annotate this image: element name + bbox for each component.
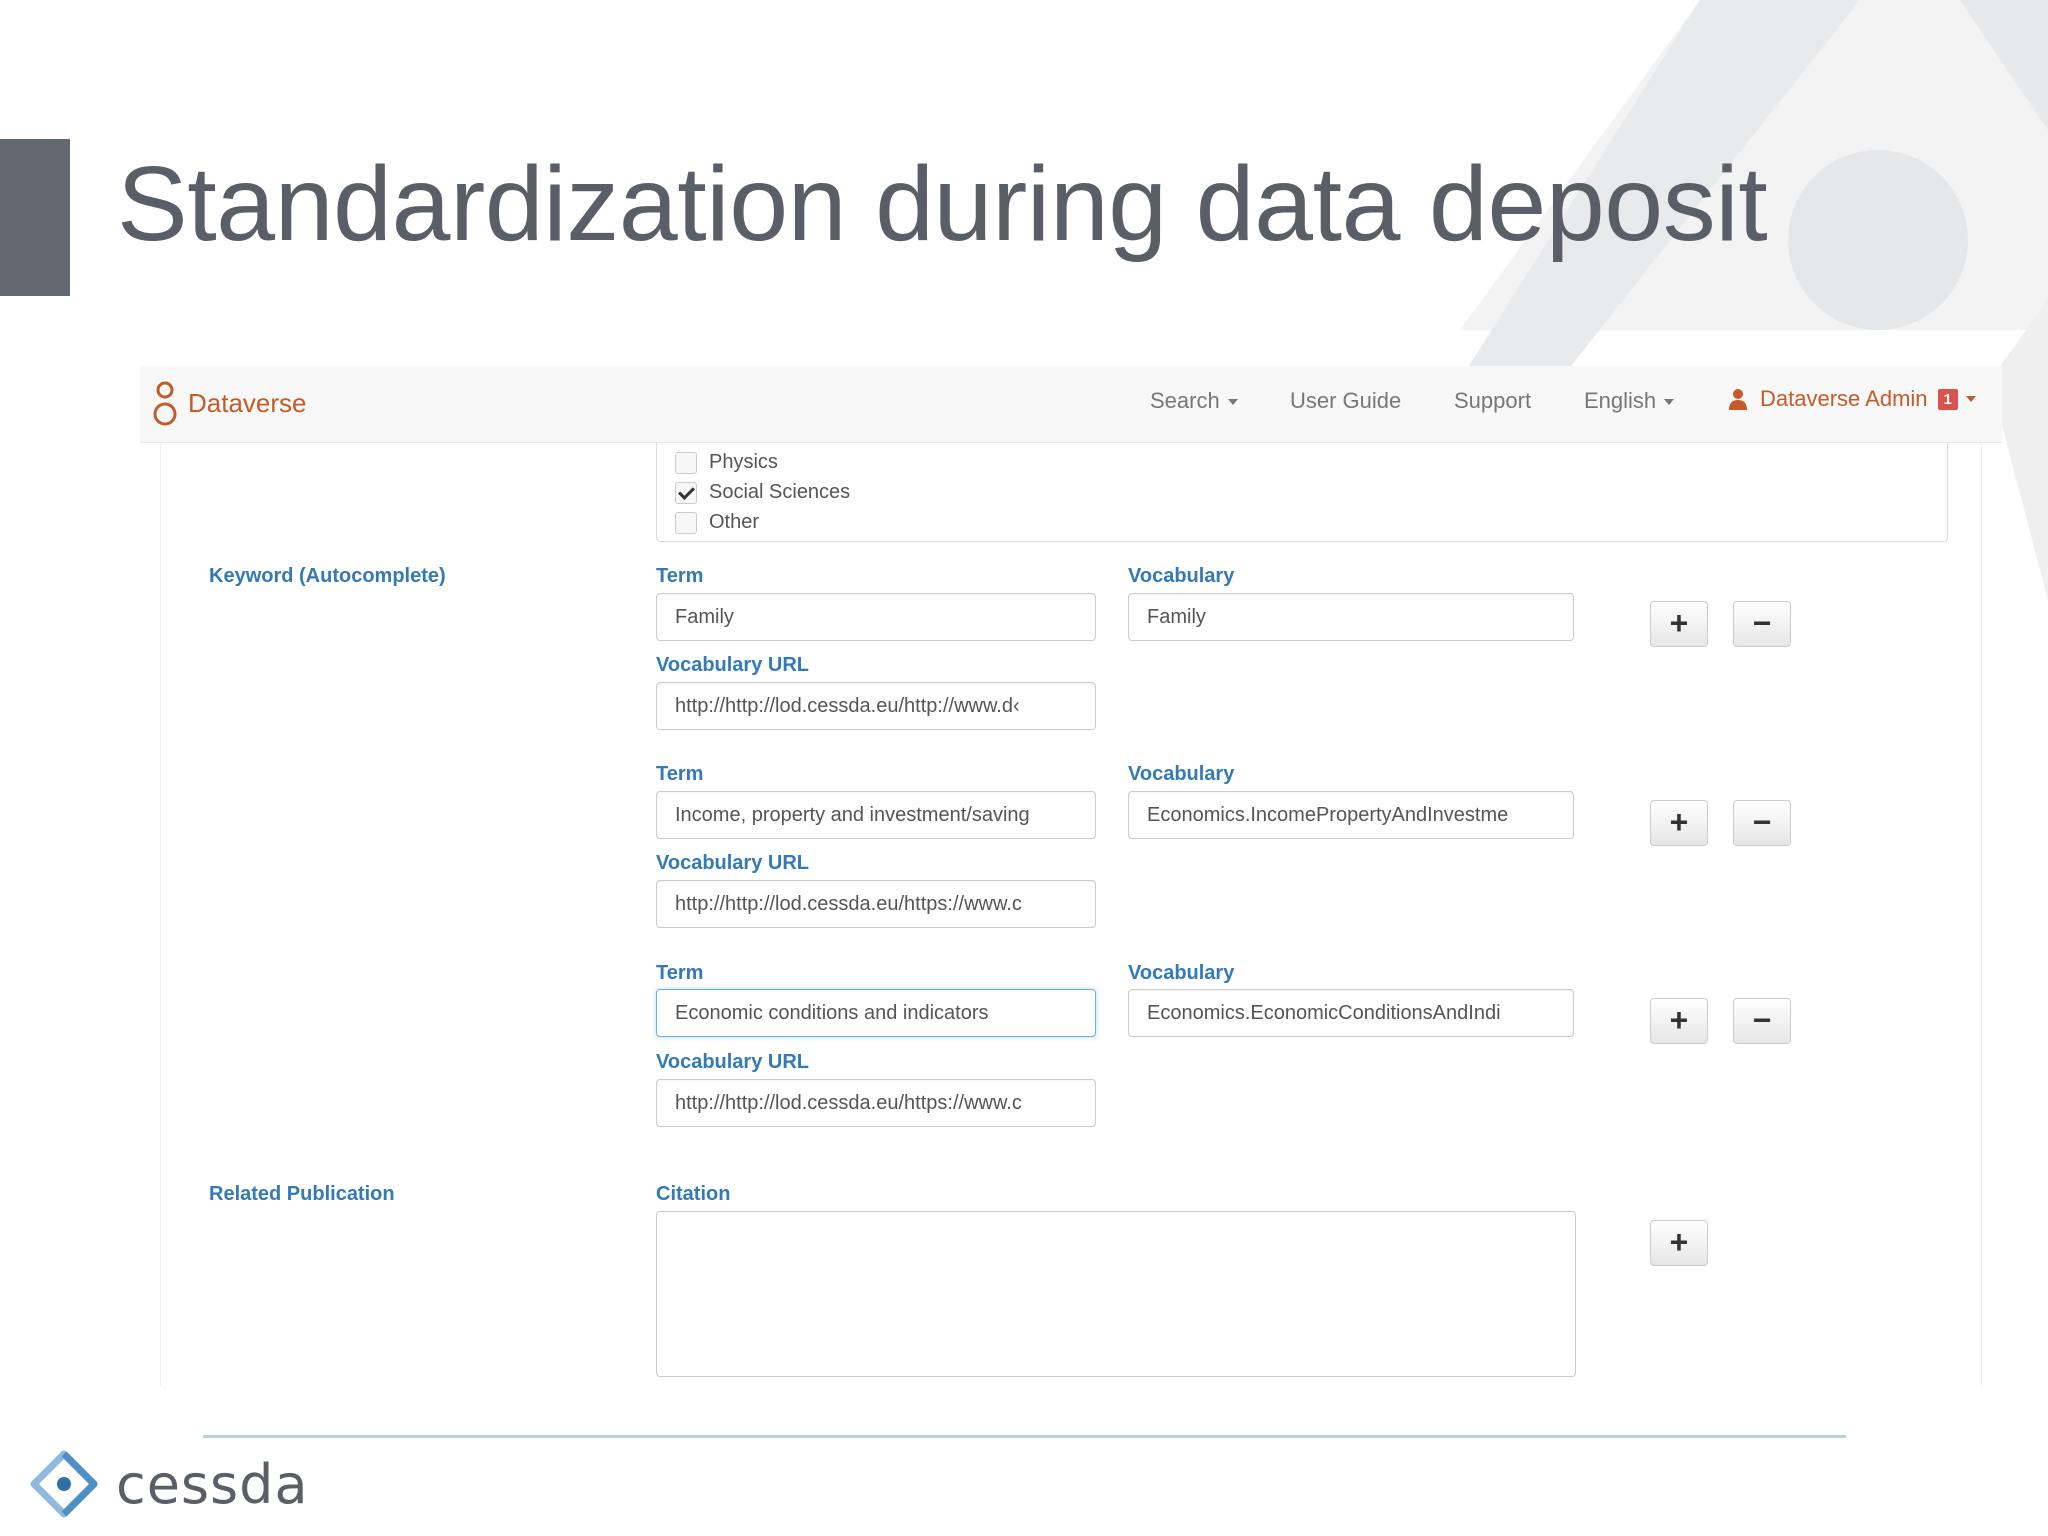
- nav-user-menu[interactable]: Dataverse Admin 1: [1728, 386, 1976, 412]
- checkbox[interactable]: [675, 511, 697, 534]
- user-icon: [1729, 389, 1747, 410]
- dataverse-logo-icon: [153, 381, 177, 426]
- vocabulary-input[interactable]: Economics.EconomicConditionsAndIndi: [1128, 989, 1574, 1037]
- checkbox[interactable]: [675, 451, 697, 474]
- cessda-logo-icon: [30, 1450, 98, 1518]
- related-publication-label: Related Publication: [209, 1183, 395, 1205]
- keyword-field-label: Keyword (Autocomplete): [209, 565, 446, 587]
- vocabulary-url-label: Vocabulary URL: [656, 654, 809, 676]
- vocabulary-label: Vocabulary: [1128, 565, 1235, 587]
- chevron-down-icon: [1227, 399, 1238, 406]
- chevron-down-icon: [1965, 396, 1976, 402]
- vocabulary-url-label: Vocabulary URL: [656, 852, 809, 874]
- vocabulary-input[interactable]: Family: [1128, 593, 1574, 641]
- chevron-down-icon: [1664, 399, 1675, 406]
- add-publication-button[interactable]: +: [1650, 1220, 1708, 1266]
- vocabulary-url-input[interactable]: http://http://lod.cessda.eu/https://www.…: [656, 880, 1096, 928]
- subject-option-physics[interactable]: Physics: [675, 451, 778, 474]
- checkbox-label: Physics: [709, 451, 778, 473]
- nav-support-label: Support: [1454, 388, 1532, 413]
- vocabulary-label: Vocabulary: [1128, 962, 1235, 984]
- nav-language[interactable]: English: [1584, 388, 1675, 414]
- vocabulary-label: Vocabulary: [1128, 763, 1235, 785]
- slide-title: Standardization during data deposit: [117, 145, 1768, 263]
- nav-user-label: Dataverse Admin: [1760, 386, 1928, 411]
- add-keyword-button[interactable]: +: [1650, 998, 1708, 1044]
- term-label: Term: [656, 565, 704, 587]
- cessda-logo: cessda: [30, 1450, 309, 1518]
- term-input-focused[interactable]: Economic conditions and indicators: [656, 989, 1096, 1037]
- vocabulary-url-input[interactable]: http://http://lod.cessda.eu/http://www.d…: [656, 682, 1096, 730]
- add-keyword-button[interactable]: +: [1650, 601, 1708, 647]
- cessda-logo-text: cessda: [116, 1452, 309, 1516]
- nav-search[interactable]: Search: [1150, 388, 1238, 414]
- term-label: Term: [656, 763, 704, 785]
- dataverse-screenshot: Dataverse Search User Guide Support Engl…: [140, 366, 2002, 1386]
- navbar: Dataverse Search User Guide Support Engl…: [140, 366, 2002, 443]
- dataset-form: Physics Social Sciences Other Keyword (A…: [160, 443, 1982, 1386]
- vocabulary-url-label: Vocabulary URL: [656, 1051, 809, 1073]
- term-input[interactable]: Income, property and investment/saving: [656, 791, 1096, 839]
- vocabulary-input[interactable]: Economics.IncomePropertyAndInvestme: [1128, 791, 1574, 839]
- brand-name: Dataverse: [188, 387, 307, 418]
- remove-keyword-button[interactable]: −: [1733, 800, 1791, 846]
- term-input[interactable]: Family: [656, 593, 1096, 641]
- subject-option-other[interactable]: Other: [675, 511, 759, 534]
- brand[interactable]: Dataverse: [150, 378, 307, 428]
- vocabulary-url-input[interactable]: http://http://lod.cessda.eu/https://www.…: [656, 1079, 1096, 1127]
- checkbox-checked[interactable]: [675, 481, 697, 504]
- remove-keyword-button[interactable]: −: [1733, 601, 1791, 647]
- nav-search-label: Search: [1150, 388, 1220, 413]
- checkbox-label: Social Sciences: [709, 481, 851, 503]
- nav-user-guide[interactable]: User Guide: [1290, 388, 1401, 414]
- subject-checkbox-list: Physics Social Sciences Other: [656, 443, 1948, 542]
- notification-badge: 1: [1937, 388, 1958, 410]
- remove-keyword-button[interactable]: −: [1733, 998, 1791, 1044]
- subject-option-social-sciences[interactable]: Social Sciences: [675, 481, 850, 504]
- term-label: Term: [656, 962, 704, 984]
- nav-support[interactable]: Support: [1454, 388, 1531, 414]
- nav-language-label: English: [1584, 388, 1657, 413]
- citation-label: Citation: [656, 1183, 731, 1205]
- footer-divider: [203, 1435, 1846, 1438]
- nav-user-guide-label: User Guide: [1290, 388, 1402, 413]
- citation-textarea[interactable]: [656, 1211, 1576, 1377]
- checkbox-label: Other: [709, 511, 760, 533]
- add-keyword-button[interactable]: +: [1650, 800, 1708, 846]
- title-accent-bar: [0, 139, 70, 296]
